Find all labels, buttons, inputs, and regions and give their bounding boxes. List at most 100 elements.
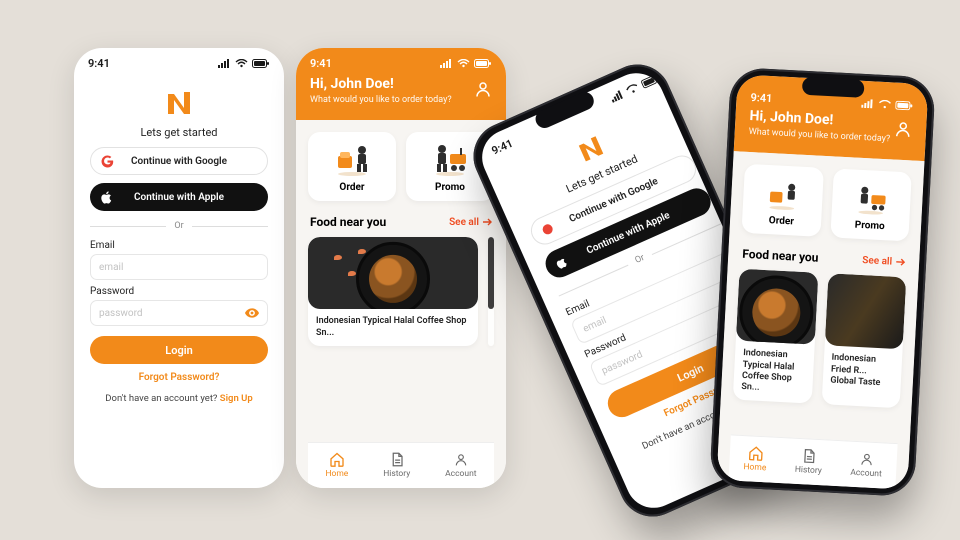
food-near-you-row: Food near you See all — [310, 215, 492, 229]
battery-icon — [895, 101, 913, 111]
tab-label: Home — [325, 469, 348, 479]
signal-icon — [861, 99, 874, 109]
brand-logo — [574, 132, 608, 166]
login-body: Lets get started Continue with Google Co… — [74, 74, 284, 488]
home-icon — [747, 445, 764, 461]
wifi-icon — [457, 59, 470, 68]
food-image — [308, 237, 478, 309]
food-card-title: Indonesian Typical Halal Coffee Shop Sn.… — [733, 341, 814, 404]
home-header: 9:41 Hi, John Doe! What would you like t… — [296, 48, 506, 120]
account-icon — [454, 452, 468, 467]
screen-login: 9:41 Lets get started Continue with Goog… — [74, 48, 284, 488]
history-icon — [390, 452, 404, 467]
food-cards: Indonesian Typical Halal Coffee Shop Sn.… — [308, 237, 494, 346]
account-icon — [859, 451, 874, 467]
signup-row: Don't have an account yet? Sign Up — [90, 393, 268, 404]
apple-icon — [100, 191, 112, 204]
food-near-you-title: Food near you — [310, 215, 386, 229]
tab-account[interactable]: Account — [850, 451, 883, 480]
or-label: Or — [634, 253, 647, 266]
home-icon — [329, 452, 345, 467]
see-all-label: See all — [862, 255, 892, 268]
tab-history[interactable]: History — [383, 452, 410, 479]
signup-prefix: Don't have an account yet? — [105, 393, 219, 404]
login-button-label: Login — [165, 344, 192, 357]
status-icons — [440, 59, 492, 68]
food-card[interactable]: Indonesian Typical Halal Coffee Shop Sn.… — [733, 269, 818, 404]
battery-icon — [252, 59, 270, 68]
continue-apple-label: Continue with Apple — [134, 192, 224, 203]
password-field[interactable] — [90, 300, 268, 326]
or-label: Or — [174, 221, 183, 231]
tab-home[interactable]: Home — [325, 452, 348, 479]
greeting-subtitle: What would you like to order today? — [310, 95, 452, 106]
lets-get-started: Lets get started — [90, 126, 268, 139]
signal-icon — [218, 59, 231, 68]
tab-history[interactable]: History — [795, 448, 823, 476]
eye-icon[interactable] — [245, 308, 259, 318]
food-near-you-title: Food near you — [742, 247, 819, 265]
action-card-label: Order — [769, 215, 795, 227]
action-cards: Order Promo — [308, 132, 494, 201]
email-input[interactable] — [99, 262, 259, 273]
dynamic-island — [801, 77, 864, 98]
status-time: 9:41 — [88, 57, 110, 70]
action-card-label: Promo — [855, 220, 885, 233]
arrow-right-icon — [896, 258, 905, 266]
login-button[interactable]: Login — [90, 336, 268, 364]
continue-google-button[interactable]: Continue with Google — [90, 147, 268, 175]
battery-icon — [640, 73, 660, 89]
history-icon — [802, 448, 817, 464]
action-card-label: Order — [339, 182, 364, 193]
forgot-password-link[interactable]: Forgot Password? — [90, 372, 268, 383]
battery-icon — [474, 59, 492, 68]
continue-apple-button[interactable]: Continue with Apple — [90, 183, 268, 211]
email-field[interactable] — [90, 254, 268, 280]
food-card-title: Indonesian Fried R... Global Taste — [822, 345, 903, 397]
brand-logo — [164, 88, 194, 118]
password-label: Password — [90, 286, 268, 297]
wifi-icon — [625, 82, 641, 96]
greeting: Hi, John Doe! — [310, 76, 452, 92]
apple-icon — [553, 255, 568, 270]
food-card-title: Indonesian Typical Halal Coffee Shop Sn.… — [308, 309, 478, 346]
action-card-promo[interactable]: Promo — [830, 169, 912, 242]
profile-icon[interactable] — [474, 80, 492, 98]
signup-link[interactable]: Sign Up — [220, 393, 253, 404]
google-icon — [540, 221, 556, 237]
tab-label: Account — [445, 469, 476, 479]
bottom-nav: Home History Account — [308, 442, 494, 488]
action-card-order[interactable]: Order — [308, 132, 396, 201]
see-all-link[interactable]: See all — [862, 255, 905, 268]
signal-icon — [440, 59, 453, 68]
home-body: Order Promo Food near you See all — [296, 120, 506, 488]
promo-illustration — [428, 142, 472, 176]
email-label: Email — [90, 240, 268, 251]
order-illustration — [330, 142, 374, 176]
password-input[interactable] — [99, 308, 245, 319]
continue-google-label: Continue with Google — [131, 156, 227, 167]
tab-label: History — [383, 469, 410, 479]
food-image — [736, 269, 818, 345]
food-image — [824, 274, 906, 350]
device-mockup-upright: 9:41 Hi, John Doe! What would you like t… — [709, 67, 936, 497]
see-all-label: See all — [449, 217, 479, 228]
action-card-label: Promo — [435, 182, 465, 193]
food-card[interactable]: Indonesian Fried R... Global Taste — [821, 274, 906, 409]
tab-account[interactable]: Account — [445, 452, 476, 479]
tab-label: History — [795, 465, 823, 476]
arrow-right-icon — [483, 218, 492, 226]
status-icons — [218, 59, 270, 68]
screen-home: 9:41 Hi, John Doe! What would you like t… — [296, 48, 506, 488]
food-card[interactable]: Indonesian Typical Halal Coffee Shop Sn.… — [308, 237, 478, 346]
action-card-order[interactable]: Order — [741, 164, 823, 237]
food-card[interactable] — [488, 237, 494, 346]
tab-label: Home — [743, 462, 766, 473]
tab-home[interactable]: Home — [743, 445, 767, 473]
login-button-label: Login — [675, 361, 705, 384]
profile-icon[interactable] — [894, 120, 913, 139]
status-bar: 9:41 — [310, 48, 492, 74]
wifi-icon — [878, 100, 891, 110]
see-all-link[interactable]: See all — [449, 217, 492, 228]
wifi-icon — [235, 59, 248, 68]
